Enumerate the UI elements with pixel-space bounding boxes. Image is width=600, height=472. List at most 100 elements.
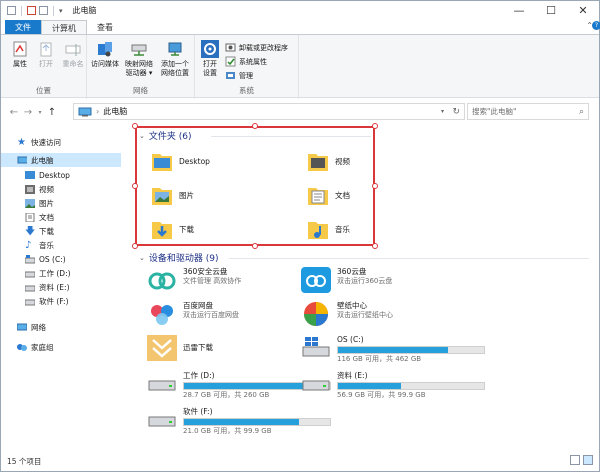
network-icon <box>17 323 27 330</box>
devices-section-header[interactable]: ⌄ 设备和驱动器 (9) <box>139 251 219 265</box>
access-media-button[interactable]: 访问媒体 <box>91 40 119 69</box>
device-360-secure-cloud[interactable]: 360安全云盘 文件管理 高效协作 <box>147 267 241 293</box>
content-pane: ⌄ 文件夹 (6) Desktop 视频 图片 文档 下载 音乐 ⌄ 设备和驱动… <box>131 123 599 450</box>
minimize-button[interactable]: — <box>503 1 535 20</box>
download-icon: 🡇 <box>25 225 36 237</box>
properties-quick-icon[interactable] <box>7 6 16 15</box>
nav-homegroup[interactable]: 家庭组 <box>17 340 54 354</box>
address-dropdown[interactable]: ▾ <box>441 108 444 115</box>
address-box[interactable]: › 此电脑 ▾ ↻ <box>73 103 465 120</box>
folder-music[interactable]: 音乐 <box>307 217 350 241</box>
nav-drive-d[interactable]: 工作 (D:) <box>25 266 71 280</box>
folders-section-header[interactable]: ⌄ 文件夹 (6) <box>139 129 192 143</box>
close-button[interactable]: ✕ <box>567 1 599 20</box>
baidu-netdisk-icon <box>151 305 173 325</box>
picture-icon <box>25 198 35 208</box>
nav-music[interactable]: ♪ 音乐 <box>25 238 54 252</box>
search-input[interactable]: 搜索"此电脑" ⌕ <box>467 103 589 120</box>
folder-desktop[interactable]: Desktop <box>151 149 210 173</box>
nav-downloads[interactable]: 🡇 下载 <box>25 224 54 238</box>
tab-file[interactable]: 文件 <box>5 20 41 35</box>
nav-network[interactable]: 网络 <box>17 320 46 334</box>
nav-desktop[interactable]: Desktop <box>25 168 70 182</box>
group-location: 属性 打开 重命名 位置 <box>1 35 87 99</box>
tab-view[interactable]: 查看 <box>87 20 123 35</box>
breadcrumb-separator: › <box>96 107 100 116</box>
windows-drive-icon <box>302 337 330 357</box>
nav-drive-f[interactable]: 软件 (F:) <box>25 294 69 308</box>
system-properties-button[interactable]: 系统属性 <box>225 56 267 67</box>
search-icon: ⌕ <box>578 106 584 117</box>
forward-button[interactable]: → <box>21 107 35 118</box>
desktop-icon <box>25 170 35 179</box>
device-wallpaper-center[interactable]: 壁纸中心 双击运行壁纸中心 <box>301 301 393 327</box>
drive-usage-bar <box>337 382 485 390</box>
nav-this-pc[interactable]: 此电脑 <box>1 153 121 167</box>
nav-drive-c[interactable]: OS (C:) <box>25 252 66 266</box>
folder-documents[interactable]: 文档 <box>307 183 350 207</box>
music-icon: ♪ <box>25 239 32 251</box>
nav-documents[interactable]: 文档 <box>25 210 54 224</box>
folder-downloads[interactable]: 下载 <box>151 217 194 241</box>
folder-videos[interactable]: 视频 <box>307 149 350 173</box>
drive-usage-bar <box>183 418 331 426</box>
chevron-down-icon: ⌄ <box>139 131 145 140</box>
device-360-cloud[interactable]: 360云盘 双击运行360云盘 <box>301 267 392 293</box>
rename-button[interactable]: 重命名 <box>59 40 87 69</box>
uninstall-button[interactable]: 卸载或更改程序 <box>225 42 288 53</box>
open-button[interactable]: 打开 <box>33 40 59 69</box>
device-baidu-netdisk[interactable]: 百度网盘 双击运行百度网盘 <box>147 301 239 327</box>
chevron-down-icon[interactable]: ▾ <box>59 7 63 15</box>
open-settings-button[interactable]: 打开 设置 <box>197 40 223 78</box>
back-button[interactable]: ← <box>7 107 21 118</box>
manage-button[interactable]: 管理 <box>225 70 253 81</box>
computer-icon <box>78 107 92 116</box>
manage-icon <box>225 70 236 81</box>
add-network-location-button[interactable]: 添加一个 网络位置 <box>157 40 193 78</box>
recent-dropdown[interactable]: ▾ <box>35 109 45 116</box>
document-icon <box>25 212 35 222</box>
map-drive-button[interactable]: 映射网络 驱动器 ▾ <box>123 40 155 78</box>
nav-pictures[interactable]: 图片 <box>25 196 54 210</box>
nav-quick-access[interactable]: ★ 快速访问 <box>17 135 61 149</box>
device-xunlei[interactable]: 迅雷下载 <box>147 335 213 361</box>
network-location-icon <box>166 40 184 58</box>
drive-e[interactable]: 资料 (E:) 56.9 GB 可用，共 99.9 GB <box>301 371 485 400</box>
ribbon-tabs: 文件 计算机 查看 <box>1 20 599 35</box>
breadcrumb[interactable]: 此电脑 <box>103 106 127 117</box>
star-icon: ★ <box>17 136 26 148</box>
large-icons-view-icon[interactable] <box>583 455 593 465</box>
group-network-label: 网络 <box>133 86 148 95</box>
drive-usage-fill <box>184 383 314 389</box>
maximize-button[interactable]: ☐ <box>535 1 567 20</box>
nav-videos[interactable]: 视频 <box>25 182 54 196</box>
drive-icon <box>25 285 35 291</box>
xunlei-icon <box>147 335 177 361</box>
rename-icon <box>64 40 82 58</box>
drive-usage-bar <box>337 346 485 354</box>
help-icon[interactable]: ? <box>592 21 600 30</box>
up-button[interactable]: ↑ <box>45 107 59 118</box>
group-location-label: 位置 <box>36 86 51 95</box>
folder-icon <box>152 222 172 239</box>
folder-icon <box>152 188 172 205</box>
drive-usage-fill <box>184 419 300 425</box>
checkbox-quick-icon[interactable] <box>27 6 36 15</box>
drive-icon <box>25 254 35 263</box>
properties-icon <box>11 40 29 58</box>
group-system: 打开 设置 卸载或更改程序 系统属性 管理 系统 <box>195 35 299 99</box>
details-view-icon[interactable] <box>570 455 580 465</box>
properties-button[interactable]: 属性 <box>7 40 33 69</box>
folder-quick-icon[interactable] <box>39 6 48 15</box>
quick-access-toolbar: ▾ <box>7 5 63 16</box>
tab-computer[interactable]: 计算机 <box>41 20 87 35</box>
folder-pictures[interactable]: 图片 <box>151 183 194 207</box>
drive-usage-fill <box>338 383 401 389</box>
drive-f[interactable]: 软件 (F:) 21.0 GB 可用，共 99.9 GB <box>147 407 331 436</box>
drive-c[interactable]: OS (C:) 116 GB 可用，共 462 GB <box>301 335 485 364</box>
group-network: 访问媒体 映射网络 驱动器 ▾ 添加一个 网络位置 网络 <box>87 35 195 99</box>
window-controls: — ☐ ✕ <box>503 1 599 20</box>
refresh-icon[interactable]: ↻ <box>452 107 460 117</box>
nav-drive-e[interactable]: 资料 (E:) <box>25 280 70 294</box>
group-system-label: 系统 <box>239 86 254 95</box>
